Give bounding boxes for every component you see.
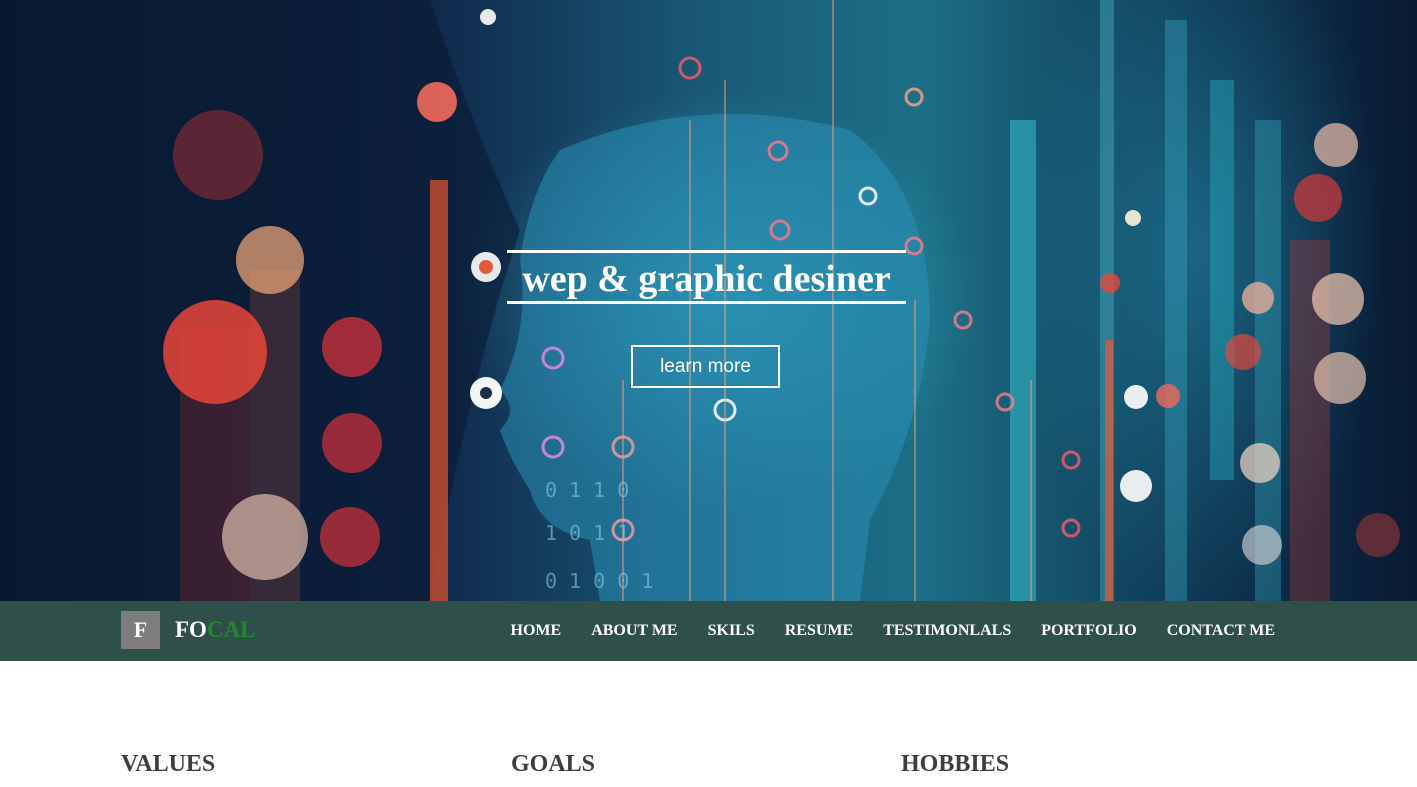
hobbies-heading: HOBBIES (901, 751, 1010, 777)
brand-name-part1: FO (175, 617, 207, 642)
hero-title-frame: wep & graphic desiner (507, 250, 906, 304)
nav-item-portfolio[interactable]: PORTFOLIO (1041, 601, 1136, 661)
brand-name[interactable]: FOCAL (175, 615, 256, 645)
main-navbar: F FOCAL HOME ABOUT ME SKILS RESUME TESTI… (0, 601, 1417, 661)
nav-item-contact-me[interactable]: CONTACT ME (1167, 601, 1275, 661)
brand-badge[interactable]: F (121, 611, 160, 649)
hero-banner: 1 0 1 1 0 1 0 0 1 0 1 1 0 wep & graphic … (0, 0, 1417, 601)
nav-item-testimonials[interactable]: TESTIMONLALS (883, 601, 1011, 661)
brand-name-part2: CAL (206, 617, 256, 642)
values-heading: VALUES (121, 751, 216, 777)
nav-menu: HOME ABOUT ME SKILS RESUME TESTIMONLALS … (511, 601, 1275, 661)
nav-item-skills[interactable]: SKILS (708, 601, 755, 661)
learn-more-button[interactable]: learn more (631, 345, 780, 388)
svg-text:1 0 1 1: 1 0 1 1 (545, 521, 629, 545)
nav-item-resume[interactable]: RESUME (785, 601, 853, 661)
hero-title: wep & graphic desiner (522, 258, 891, 300)
nav-item-about-me[interactable]: ABOUT ME (591, 601, 677, 661)
goals-heading: GOALS (511, 751, 596, 777)
svg-text:0 1 0 0 1: 0 1 0 0 1 (545, 569, 653, 593)
nav-item-home[interactable]: HOME (511, 601, 562, 661)
svg-text:0 1 1 0: 0 1 1 0 (545, 478, 629, 502)
